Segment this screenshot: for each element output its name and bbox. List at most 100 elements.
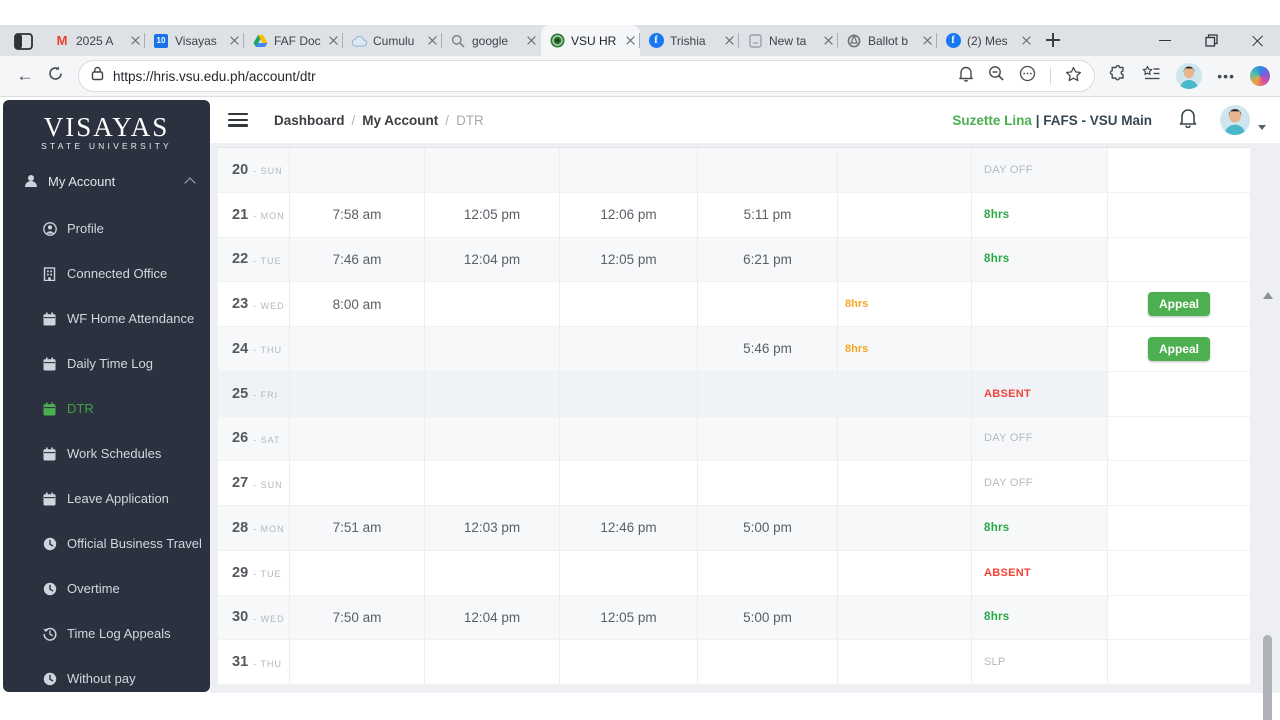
new-tab-button[interactable] <box>1042 29 1064 51</box>
time-cell-4 <box>698 550 838 595</box>
time-cell-2 <box>425 282 560 326</box>
status-cell: DAY OFF <box>972 461 1108 505</box>
tab-ballot-b[interactable]: Ballot b <box>837 25 937 56</box>
sidebar-item-dtr[interactable]: DTR <box>3 386 210 431</box>
url-text[interactable]: https://hris.vsu.edu.ph/account/dtr <box>113 69 958 84</box>
tab-close-icon[interactable] <box>626 36 635 45</box>
status-cell: SLP <box>972 640 1108 684</box>
favorite-star-icon[interactable] <box>1065 66 1082 87</box>
tab-title: FAF Doc <box>274 33 321 48</box>
actions-cell <box>1108 506 1250 550</box>
facebook-icon: f <box>648 33 664 49</box>
settings-menu-icon[interactable]: ••• <box>1217 68 1235 84</box>
page-icon <box>747 33 763 49</box>
day-number: 22 <box>232 251 249 268</box>
header-avatar[interactable] <box>1220 105 1250 135</box>
day-cell: 31 - THU <box>218 640 290 684</box>
sidebar-item-overtime[interactable]: Overtime <box>3 566 210 611</box>
table-row: 30 - WED 7:50 am 12:04 pm 12:05 pm 5:00 pm 8hr… <box>218 595 1250 641</box>
tab-workspaces-icon[interactable] <box>10 30 36 52</box>
back-button[interactable]: ← <box>10 66 40 86</box>
sidebar-item-without-pay[interactable]: Without pay <box>3 656 210 692</box>
tab-google[interactable]: google <box>441 25 541 56</box>
tab-close-icon[interactable] <box>329 36 338 45</box>
pending-hours-cell <box>838 461 972 505</box>
table-row: 28 - MON 7:51 am 12:03 pm 12:46 pm 5:00 pm 8hr… <box>218 506 1250 551</box>
scrollbar-thumb[interactable] <box>1263 635 1272 720</box>
menu-hamburger-icon[interactable] <box>228 113 248 127</box>
day-of-week: - WED <box>253 613 285 624</box>
sidebar-item-label: Official Business Travel <box>67 536 202 551</box>
tab-cumulu[interactable]: Cumulu <box>342 25 442 56</box>
close-window-button[interactable] <box>1234 25 1280 56</box>
sidebar-item-label: Leave Application <box>67 491 169 506</box>
tab-close-icon[interactable] <box>923 36 932 45</box>
time-cell-1 <box>290 461 425 505</box>
time-cell-4: 6:21 pm <box>698 237 838 282</box>
refresh-button[interactable] <box>40 65 70 87</box>
page-scrollbar[interactable] <box>1260 290 1276 720</box>
time-cell-1: 8:00 am <box>290 282 425 326</box>
day-number: 25 <box>232 385 249 402</box>
avatar-caret-icon[interactable] <box>1258 124 1266 130</box>
tab-close-icon[interactable] <box>428 36 437 45</box>
sidebar-item-time-log-appeals[interactable]: Time Log Appeals <box>3 611 210 656</box>
day-number: 26 <box>232 430 249 447</box>
tab-close-icon[interactable] <box>1022 36 1031 45</box>
sidebar-item-connected-office[interactable]: Connected Office <box>3 251 210 296</box>
tab-title: VSU HR <box>571 33 617 48</box>
header-bell-icon[interactable] <box>1178 107 1198 133</box>
breadcrumb-dashboard[interactable]: Dashboard <box>274 113 345 128</box>
sidebar-item-my-account[interactable]: My Account <box>3 163 210 199</box>
time-cell-1 <box>290 148 425 192</box>
tab-faf-doc[interactable]: FAF Doc <box>243 25 343 56</box>
time-cell-3 <box>560 461 698 505</box>
sidebar-item-work-schedules[interactable]: Work Schedules <box>3 431 210 476</box>
dtr-table-body: 20- SUN DAY OFF 21- MON 7:58 am 12:05 pm 12:0… <box>218 148 1250 685</box>
tab-close-icon[interactable] <box>824 36 833 45</box>
address-bar[interactable]: https://hris.vsu.edu.ph/account/dtr <box>78 60 1096 92</box>
browser-profile-avatar[interactable] <box>1176 63 1203 89</box>
sidebar-item-wf-home-attendance[interactable]: WF Home Attendance <box>3 296 210 341</box>
sidebar-item-daily-time-log[interactable]: Daily Time Log <box>3 341 210 386</box>
tab--2-mes[interactable]: f (2) Mes <box>936 25 1036 56</box>
tab-trishia[interactable]: f Trishia <box>639 25 739 56</box>
day-of-week: - SUN <box>253 479 283 490</box>
sidebar-item-official-business-travel[interactable]: Official Business Travel <box>3 521 210 566</box>
more-tools-icon[interactable] <box>1019 65 1036 87</box>
sidebar-item-leave-application[interactable]: Leave Application <box>3 476 210 521</box>
clock-icon <box>42 672 57 686</box>
tab-vsu-hr[interactable]: VSU HR <box>541 25 640 56</box>
tab-2025-a[interactable]: M 2025 A <box>46 25 145 56</box>
tab-new-ta[interactable]: New ta <box>738 25 838 56</box>
appeal-button[interactable]: Appeal <box>1148 336 1210 361</box>
extensions-icon[interactable] <box>1109 64 1127 88</box>
sidebar-item-label: Profile <box>67 221 104 236</box>
actions-cell: Appeal <box>1108 327 1250 371</box>
actions-cell <box>1108 416 1250 461</box>
appeal-button[interactable]: Appeal <box>1148 292 1210 317</box>
browser-window: M 2025 A 10 Visayas FAF Doc Cumulu google VSU H… <box>0 0 1280 720</box>
tab-close-icon[interactable] <box>725 36 734 45</box>
tab-visayas[interactable]: 10 Visayas <box>144 25 244 56</box>
zoom-out-icon[interactable] <box>988 65 1005 87</box>
scroll-up-icon[interactable] <box>1263 292 1273 299</box>
notifications-bell-icon[interactable] <box>958 65 974 87</box>
minimize-button[interactable] <box>1142 25 1188 56</box>
sidebar-item-profile[interactable]: Profile <box>3 206 210 251</box>
tab-close-icon[interactable] <box>131 36 140 45</box>
time-cell-2: 12:04 pm <box>425 595 560 640</box>
calendar-icon <box>42 402 57 416</box>
restore-button[interactable] <box>1188 25 1234 56</box>
favorites-bar-icon[interactable] <box>1142 65 1161 87</box>
status-cell: ABSENT <box>972 371 1108 416</box>
tab-title: (2) Mes <box>967 33 1008 48</box>
copilot-icon[interactable] <box>1250 66 1270 86</box>
breadcrumb-my-account[interactable]: My Account <box>362 113 438 128</box>
time-cell-1: 7:51 am <box>290 506 425 550</box>
chatgpt-icon <box>846 33 862 49</box>
time-cell-4 <box>698 148 838 192</box>
tab-close-icon[interactable] <box>527 36 536 45</box>
tab-close-icon[interactable] <box>230 36 239 45</box>
time-cell-1 <box>290 550 425 595</box>
